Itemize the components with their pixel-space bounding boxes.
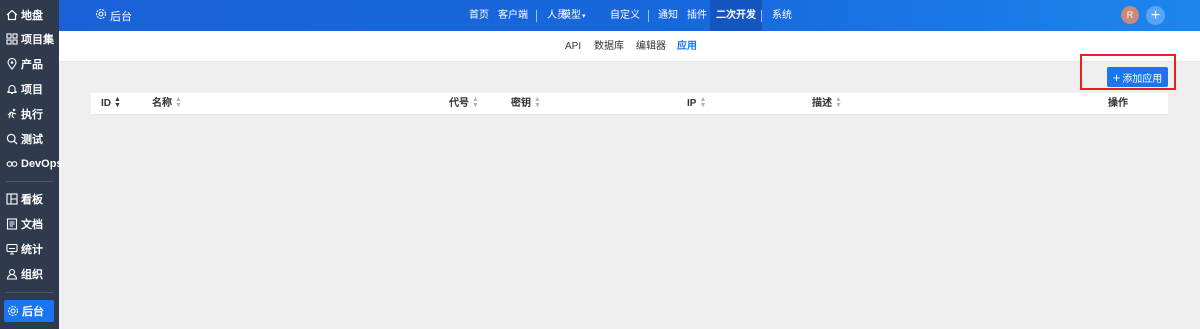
sort-desc-icon: ▲ ▼ xyxy=(114,96,121,110)
sidebar-item-label: DevOps xyxy=(21,158,63,170)
sidebar-item-label: 后台 xyxy=(22,306,44,318)
sort-icon: ▲ ▼ xyxy=(534,96,541,110)
column-header-label: IP xyxy=(687,98,697,109)
sidebar-item-kanban[interactable]: 看板 xyxy=(0,188,59,210)
column-header-label: 密钥 xyxy=(511,98,531,109)
subnav-app[interactable]: 应用 xyxy=(677,31,697,62)
column-header-id[interactable]: ID ▲ ▼ xyxy=(101,93,121,115)
sidebar-item-test[interactable]: 测试 xyxy=(0,128,59,150)
sidebar-item-execution[interactable]: 执行 xyxy=(0,103,59,125)
nav-dev[interactable]: 二次开发 xyxy=(710,0,762,31)
sidebar-item-label: 执行 xyxy=(21,109,43,121)
sidebar-item-label: 组织 xyxy=(21,269,43,281)
add-app-button[interactable]: + 添加应用 xyxy=(1107,67,1168,87)
column-header-desc[interactable]: 描述 ▲ ▼ xyxy=(812,93,842,115)
grid-icon xyxy=(6,33,18,45)
sidebar: 地盘 项目集 产品 项目 执行 测试 DevOps 看板 文档 统计 组织 后台 xyxy=(0,0,63,329)
sort-icon: ▲ ▼ xyxy=(472,96,479,110)
column-header-secret[interactable]: 密钥 ▲ ▼ xyxy=(511,93,541,115)
sidebar-divider xyxy=(6,292,53,293)
sidebar-item-label: 看板 xyxy=(21,194,43,206)
monitor-icon xyxy=(6,243,18,255)
sidebar-item-label: 产品 xyxy=(21,59,43,71)
sub-navbar: API 数据库 编辑器 应用 xyxy=(59,31,1200,62)
app-title: 后台 xyxy=(95,0,132,31)
column-header-ip[interactable]: IP ▲ ▼ xyxy=(687,93,706,115)
search-icon xyxy=(6,133,18,145)
column-header-label: 描述 xyxy=(812,98,832,109)
sort-icon: ▲ ▼ xyxy=(835,96,842,110)
sidebar-item-stats[interactable]: 统计 xyxy=(0,238,59,260)
sidebar-item-label: 项目 xyxy=(21,84,43,96)
nav-custom[interactable]: 自定义 xyxy=(610,0,640,31)
bell-icon xyxy=(6,83,18,95)
table-header: ID ▲ ▼ 名称 ▲ ▼ 代号 ▲ ▼ 密钥 ▲ ▼ IP ▲ ▼ 描述 ▲ ▼ 操作 xyxy=(91,93,1168,115)
run-icon xyxy=(6,108,18,120)
nav-separator xyxy=(761,10,762,22)
column-header-name[interactable]: 名称 ▲ ▼ xyxy=(152,93,182,115)
gear-icon xyxy=(7,305,19,317)
app-title-label: 后台 xyxy=(110,10,132,23)
add-app-label: 添加应用 xyxy=(1122,73,1163,85)
subnav-api[interactable]: API xyxy=(565,31,581,62)
column-header-label: 名称 xyxy=(152,98,172,109)
board-icon xyxy=(6,193,18,205)
home-icon xyxy=(6,9,18,21)
nav-client[interactable]: 客户端 xyxy=(498,0,528,31)
sidebar-item-label: 地盘 xyxy=(21,10,43,22)
sort-icon: ▲ ▼ xyxy=(175,96,182,110)
nav-separator xyxy=(648,10,649,22)
doc-icon xyxy=(6,218,18,230)
top-navbar: 后台 首页 客户端 人员 模型▾ 自定义 通知 插件 二次开发 系统 R + xyxy=(59,0,1200,31)
infinity-icon xyxy=(6,158,18,170)
subnav-database[interactable]: 数据库 xyxy=(594,31,624,62)
quick-add-button[interactable]: + xyxy=(1146,6,1165,25)
nav-plugins[interactable]: 插件 xyxy=(687,0,707,31)
column-header-actions: 操作 xyxy=(1108,98,1128,109)
sidebar-item-dashboard[interactable]: 地盘 xyxy=(0,4,59,26)
sidebar-item-label: 测试 xyxy=(21,134,43,146)
sidebar-item-project[interactable]: 项目 xyxy=(0,78,59,100)
nav-separator xyxy=(536,10,537,22)
plus-icon: + xyxy=(1112,69,1121,85)
column-header-code[interactable]: 代号 ▲ ▼ xyxy=(449,93,479,115)
sidebar-item-label: 项目集 xyxy=(21,34,54,46)
gear-icon xyxy=(95,8,110,23)
nav-system[interactable]: 系统 xyxy=(772,0,792,31)
sidebar-item-label: 文档 xyxy=(21,219,43,231)
nav-model-label: 模型 xyxy=(561,10,581,21)
column-header-label: ID xyxy=(101,98,111,109)
avatar[interactable]: R xyxy=(1121,6,1139,24)
sidebar-item-devops[interactable]: DevOps xyxy=(0,153,63,175)
chevron-down-icon: ▾ xyxy=(582,13,586,20)
column-header-label: 代号 xyxy=(449,98,469,109)
sidebar-item-admin[interactable]: 后台 xyxy=(4,300,54,322)
sidebar-item-program[interactable]: 项目集 xyxy=(0,28,59,50)
sort-icon: ▲ ▼ xyxy=(699,96,707,110)
nav-model[interactable]: 模型▾ xyxy=(561,0,586,31)
user-icon xyxy=(6,268,18,280)
sidebar-item-product[interactable]: 产品 xyxy=(0,53,59,75)
nav-home[interactable]: 首页 xyxy=(469,0,489,31)
sidebar-item-org[interactable]: 组织 xyxy=(0,263,59,285)
sidebar-divider xyxy=(6,181,53,182)
sidebar-item-doc[interactable]: 文档 xyxy=(0,213,59,235)
sidebar-item-label: 统计 xyxy=(21,244,43,256)
subnav-editor[interactable]: 编辑器 xyxy=(636,31,666,62)
nav-notify[interactable]: 通知 xyxy=(658,0,678,31)
location-icon xyxy=(6,58,18,70)
